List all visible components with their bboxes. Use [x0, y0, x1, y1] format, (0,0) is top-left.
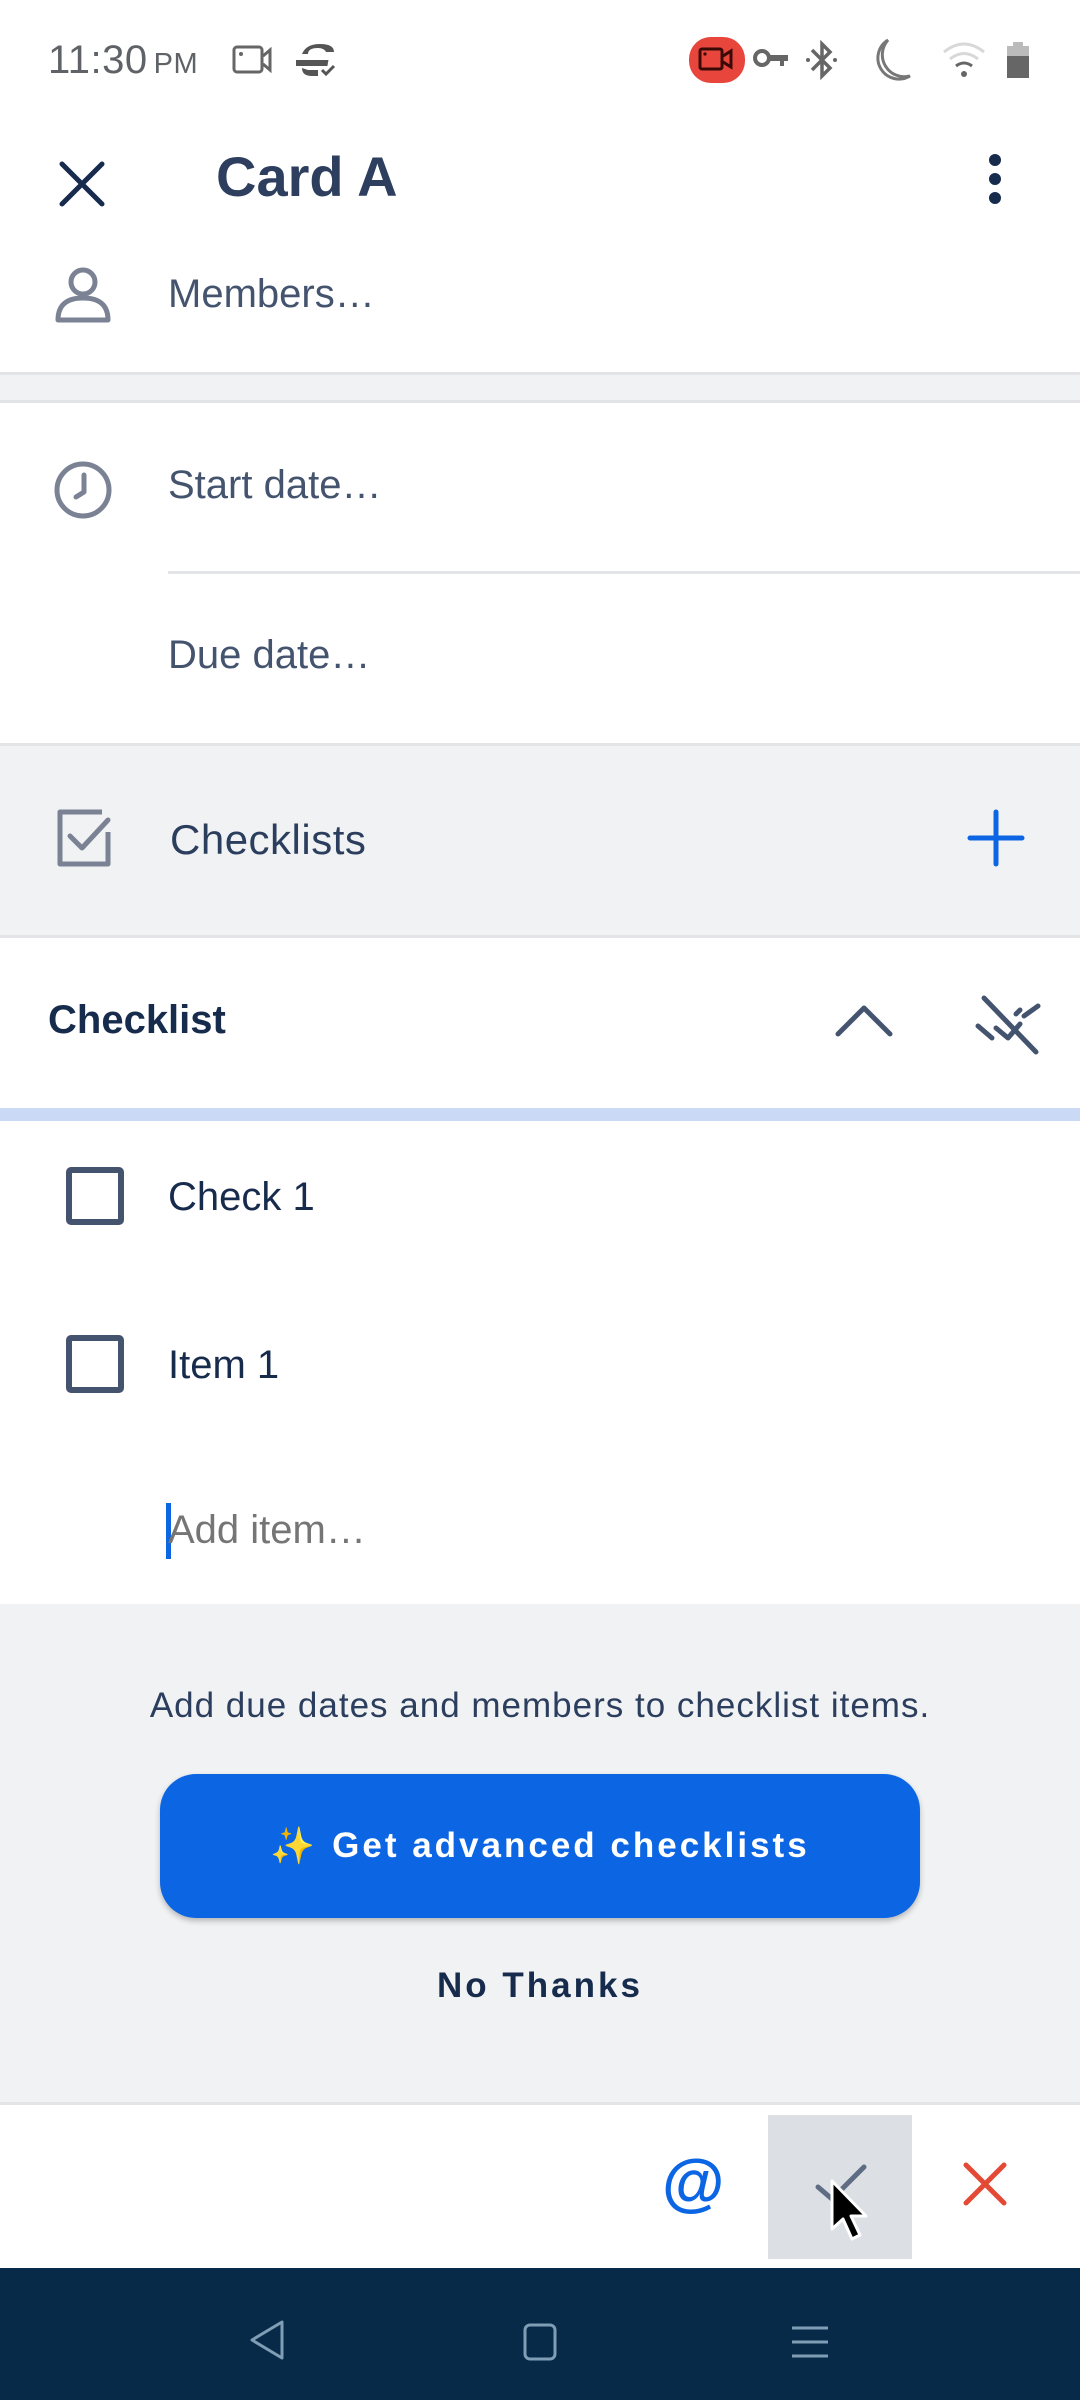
section-divider: [0, 372, 1080, 403]
checklist-item[interactable]: Item 1: [0, 1289, 1080, 1457]
checklists-section-header: Checklists: [0, 743, 1080, 938]
status-time-value: 11:30: [48, 38, 148, 82]
wifi-icon: [943, 42, 985, 77]
cancel-close-icon[interactable]: [960, 2159, 1010, 2209]
person-icon: [55, 267, 111, 323]
checklist-icon: [57, 809, 111, 867]
promo-text: Add due dates and members to checklist i…: [149, 1686, 931, 1725]
hide-checked-items-icon[interactable]: [974, 994, 1044, 1056]
sparkles-icon: ✨: [270, 1825, 319, 1866]
checklist-item-checkbox[interactable]: [66, 1167, 124, 1225]
more-vertical-icon[interactable]: [978, 150, 1012, 210]
clock-icon: [54, 461, 112, 519]
status-time: 11:30 PM: [48, 38, 198, 83]
card-title[interactable]: Card A: [216, 144, 398, 209]
checklists-label: Checklists: [170, 816, 367, 863]
card-header: Card A: [0, 120, 1080, 240]
vpn-key-icon: [753, 49, 788, 67]
start-date-field[interactable]: Start date…: [168, 463, 381, 508]
add-item-row: [0, 1457, 1080, 1604]
back-icon[interactable]: [246, 2318, 286, 2362]
do-not-disturb-moon-icon: [876, 38, 911, 81]
video-recording-icon: [689, 37, 745, 83]
system-nav-bar: [0, 2268, 1080, 2400]
chevron-up-icon[interactable]: [834, 1004, 894, 1040]
advanced-checklists-promo: Add due dates and members to checklist i…: [0, 1604, 1080, 2104]
checklist-item-label[interactable]: Check 1: [168, 1175, 315, 1220]
checklist-item[interactable]: Check 1: [0, 1121, 1080, 1289]
date-divider: [168, 571, 1080, 574]
mouse-cursor-icon: [830, 2179, 868, 2241]
get-advanced-checklists-label: Get advanced checklists: [332, 1826, 810, 1865]
members-field: Members…: [168, 272, 375, 316]
mention-button[interactable]: @: [662, 2145, 724, 2219]
bluetooth-icon: [806, 39, 837, 81]
home-icon[interactable]: [522, 2322, 558, 2362]
no-thanks-button[interactable]: No Thanks: [0, 1966, 1080, 2006]
checklist-progress-bar: [0, 1108, 1080, 1121]
close-icon[interactable]: [54, 156, 110, 212]
members-row[interactable]: Members…: [0, 240, 1080, 372]
due-date-field[interactable]: Due date…: [168, 633, 370, 678]
confirm-button[interactable]: [768, 2115, 912, 2259]
recents-menu-icon[interactable]: [790, 2324, 830, 2360]
status-bar: 11:30 PM: [0, 0, 1080, 120]
checklist-header: Checklist: [0, 938, 1080, 1110]
plus-icon[interactable]: [966, 808, 1026, 868]
dates-section: Start date… Due date…: [0, 403, 1080, 743]
checklist-item-checkbox[interactable]: [66, 1335, 124, 1393]
sync-check-icon: [296, 44, 336, 77]
battery-icon: [1007, 42, 1029, 78]
checklist-item-label[interactable]: Item 1: [168, 1343, 279, 1388]
edit-toolbar: @: [0, 2102, 1080, 2268]
add-item-input[interactable]: [168, 1497, 1028, 1563]
get-advanced-checklists-button[interactable]: ✨ Get advanced checklists: [160, 1774, 920, 1918]
checklist-title[interactable]: Checklist: [48, 998, 226, 1043]
screen-record-icon: [232, 45, 272, 74]
status-time-ampm: PM: [153, 48, 199, 80]
